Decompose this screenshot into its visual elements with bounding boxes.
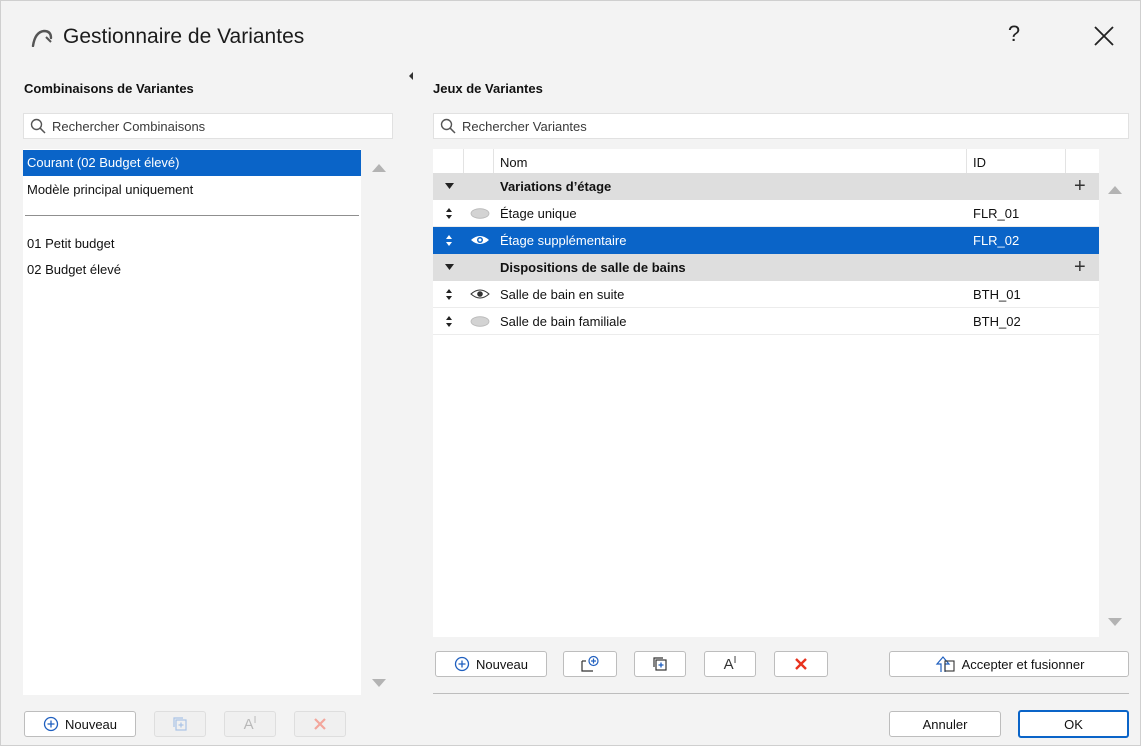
dialog-title: Gestionnaire de Variantes <box>63 25 305 48</box>
drag-handle-icon[interactable] <box>446 235 452 246</box>
left-new-label: Nouveau <box>64 716 118 732</box>
list-divider <box>25 215 359 216</box>
variant-id: FLR_01 <box>973 206 1020 221</box>
col-header-id[interactable]: ID <box>973 149 986 176</box>
rename-cursor-glyph: I <box>733 655 737 666</box>
table-row[interactable]: Étage unique FLR_01 <box>433 200 1099 227</box>
cancel-button[interactable]: Annuler <box>889 711 1001 737</box>
variants-table: Nom ID Variations d’étage + Étage unique… <box>433 149 1099 637</box>
col-divider <box>463 149 464 173</box>
add-circle-icon <box>454 656 470 672</box>
col-divider <box>966 149 967 173</box>
table-row[interactable]: Salle de bain familiale BTH_02 <box>433 308 1099 335</box>
search-icon <box>440 118 456 134</box>
left-new-button[interactable]: Nouveau <box>24 711 136 737</box>
col-divider <box>493 149 494 173</box>
close-icon[interactable] <box>1091 23 1117 49</box>
variant-id: FLR_02 <box>973 233 1020 248</box>
group-row-floor[interactable]: Variations d’étage + <box>433 173 1099 200</box>
list-item-main-model[interactable]: Modèle principal uniquement <box>23 177 361 203</box>
left-delete-button[interactable] <box>294 711 346 737</box>
table-header: Nom ID <box>433 149 1099 176</box>
right-new-button[interactable]: Nouveau <box>435 651 547 677</box>
ok-button[interactable]: OK <box>1018 710 1129 738</box>
left-rename-button[interactable]: AI <box>224 711 276 737</box>
right-delete-button[interactable] <box>774 651 828 677</box>
drag-handle-icon[interactable] <box>446 289 452 300</box>
add-circle-icon <box>43 716 59 732</box>
footer-divider <box>433 693 1129 694</box>
collapse-panel-icon[interactable] <box>407 71 415 81</box>
table-row[interactable]: Salle de bain en suite BTH_01 <box>433 281 1099 308</box>
cancel-label: Annuler <box>922 716 968 732</box>
arch-icon <box>31 29 53 47</box>
right-scroll-down[interactable] <box>1108 618 1122 626</box>
visibility-on-icon[interactable] <box>470 234 490 246</box>
variant-manager-dialog: Gestionnaire de Variantes ? Combinaisons… <box>0 0 1141 746</box>
title-bar: Gestionnaire de Variantes ? <box>1 1 1140 73</box>
list-item-current[interactable]: Courant (02 Budget élevé) <box>23 150 361 176</box>
rename-glyph: A <box>243 716 254 733</box>
variant-name: Salle de bain en suite <box>500 287 625 302</box>
new-set-button[interactable] <box>563 651 617 677</box>
right-rename-button[interactable]: AI <box>704 651 756 677</box>
variant-id: BTH_01 <box>973 287 1021 302</box>
left-scroll-down[interactable] <box>372 679 386 687</box>
help-button[interactable]: ? <box>1004 21 1024 51</box>
combinations-list: Courant (02 Budget élevé) Modèle princip… <box>23 149 361 695</box>
left-scroll-up[interactable] <box>372 164 386 172</box>
rename-cursor-glyph: I <box>253 715 257 726</box>
new-folder-icon <box>581 655 599 672</box>
group-name: Variations d’étage <box>500 179 612 194</box>
left-duplicate-button[interactable] <box>154 711 206 737</box>
table-row-selected[interactable]: Étage supplémentaire FLR_02 <box>433 227 1099 254</box>
drag-handle-icon[interactable] <box>446 316 452 327</box>
rename-icon: AI <box>244 715 257 733</box>
rename-icon: AI <box>724 655 737 673</box>
duplicate-icon <box>173 717 187 731</box>
variant-name: Salle de bain familiale <box>500 314 627 329</box>
list-item-small-budget[interactable]: 01 Petit budget <box>23 231 361 257</box>
variants-search[interactable] <box>433 113 1129 139</box>
drag-handle-icon[interactable] <box>446 208 452 219</box>
combinations-search-input[interactable] <box>50 117 380 135</box>
delete-icon <box>795 658 807 670</box>
delete-icon <box>314 718 326 730</box>
duplicate-icon <box>653 657 667 671</box>
col-header-name[interactable]: Nom <box>500 149 527 176</box>
variant-id: BTH_02 <box>973 314 1021 329</box>
right-duplicate-button[interactable] <box>634 651 686 677</box>
add-variant-icon[interactable]: + <box>1074 254 1086 281</box>
visibility-off-icon[interactable] <box>470 208 490 219</box>
group-name: Dispositions de salle de bains <box>500 260 686 275</box>
ok-label: OK <box>1064 716 1083 732</box>
add-variant-icon[interactable]: + <box>1074 173 1086 200</box>
accept-merge-button[interactable]: Accepter et fusionner <box>889 651 1129 677</box>
accept-merge-label: Accepter et fusionner <box>961 656 1085 672</box>
variant-name: Étage supplémentaire <box>500 233 627 248</box>
combinations-heading: Combinaisons de Variantes <box>24 81 194 96</box>
right-scroll-up[interactable] <box>1108 186 1122 194</box>
rename-glyph: A <box>723 656 734 673</box>
group-row-bathroom[interactable]: Dispositions de salle de bains + <box>433 254 1099 281</box>
expand-triangle-icon[interactable] <box>445 183 454 189</box>
variant-sets-heading: Jeux de Variantes <box>433 81 543 96</box>
expand-triangle-icon[interactable] <box>445 264 454 270</box>
visibility-off-icon[interactable] <box>470 316 490 327</box>
combinations-search[interactable] <box>23 113 393 139</box>
right-new-label: Nouveau <box>475 656 529 672</box>
list-item-high-budget[interactable]: 02 Budget élevé <box>23 257 361 283</box>
variants-search-input[interactable] <box>460 117 1110 135</box>
variant-name: Étage unique <box>500 206 577 221</box>
accept-merge-icon <box>935 656 955 672</box>
search-icon <box>30 118 46 134</box>
col-divider <box>1065 149 1066 173</box>
visibility-on-icon[interactable] <box>470 288 490 300</box>
